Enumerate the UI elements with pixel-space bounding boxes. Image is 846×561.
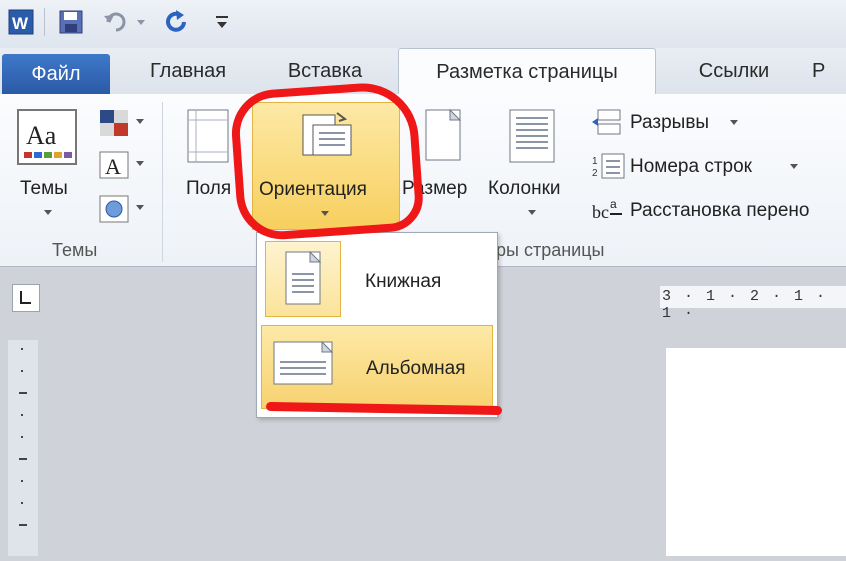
svg-text:2: 2 (592, 168, 598, 179)
document-page[interactable] (666, 348, 846, 556)
quick-access-toolbar: W (0, 0, 846, 48)
svg-text:1: 1 (592, 156, 598, 167)
theme-fonts-icon[interactable]: A (98, 150, 132, 180)
menu-item-landscape[interactable]: Альбомная (261, 325, 493, 409)
columns-dropdown-icon[interactable] (528, 210, 536, 215)
portrait-icon-frame (265, 241, 341, 317)
line-numbers-icon[interactable]: 12 (592, 152, 626, 180)
hyphenation-icon[interactable]: bc a (592, 196, 626, 224)
menu-item-portrait[interactable]: Книжная (261, 237, 493, 321)
portrait-label: Книжная (365, 271, 442, 292)
theme-fonts-dropdown-icon[interactable] (136, 161, 144, 166)
customize-icon[interactable] (212, 8, 232, 36)
size-icon[interactable] (424, 108, 464, 164)
theme-colors-dropdown-icon[interactable] (136, 119, 144, 124)
annotation-circle (228, 79, 426, 243)
tab-mailings-cut[interactable]: Р (812, 48, 846, 94)
group-separator (162, 102, 163, 262)
columns-button-label[interactable]: Колонки (488, 178, 561, 200)
tab-page-layout[interactable]: Разметка страницы (398, 48, 656, 96)
themes-group-label: Темы (52, 240, 98, 260)
tab-home[interactable]: Главная (128, 48, 248, 94)
tab-selector[interactable] (12, 284, 40, 312)
columns-icon[interactable] (508, 108, 556, 164)
redo-icon[interactable] (164, 8, 194, 36)
vertical-ruler (8, 340, 38, 556)
undo-icon[interactable] (100, 8, 130, 36)
orientation-menu: Книжная Альбомная (256, 232, 498, 418)
margins-icon[interactable] (186, 108, 232, 164)
toolbar-divider (44, 8, 45, 36)
svg-text:a: a (610, 197, 617, 211)
tab-references[interactable]: Ссылки (672, 48, 796, 94)
themes-dropdown-icon[interactable] (44, 210, 52, 215)
theme-effects-dropdown-icon[interactable] (136, 205, 144, 210)
ribbon-tabs: Файл Главная Вставка Разметка страницы С… (0, 48, 846, 96)
svg-text:bc: bc (592, 202, 609, 222)
save-icon[interactable] (56, 8, 86, 36)
breaks-icon[interactable] (592, 108, 626, 136)
themes-button-label[interactable]: Темы (20, 178, 68, 200)
margins-button-label[interactable]: Поля (186, 178, 231, 200)
svg-text:W: W (12, 14, 29, 33)
svg-text:A: A (105, 154, 121, 179)
theme-effects-icon[interactable] (98, 194, 132, 224)
ruler-marks: 3 · 1 · 2 · 1 · 1 · (662, 288, 828, 322)
theme-colors-icon[interactable] (98, 108, 132, 138)
portrait-page-icon (285, 250, 322, 305)
line-numbers-dropdown-icon[interactable] (790, 164, 798, 169)
breaks-button-label[interactable]: Разрывы (630, 112, 709, 134)
undo-dropdown-icon[interactable] (134, 8, 148, 36)
svg-text:Aa: Aa (26, 121, 57, 150)
word-icon[interactable]: W (6, 8, 36, 36)
page-setup-group-label: ры страницы (496, 240, 605, 260)
horizontal-ruler: 3 · 1 · 2 · 1 · 1 · (660, 286, 846, 322)
themes-icon[interactable]: Aa (16, 108, 80, 168)
landscape-page-icon (273, 340, 334, 385)
hyphenation-button-label[interactable]: Расстановка перено (630, 200, 809, 222)
landscape-label: Альбомная (366, 358, 466, 379)
breaks-dropdown-icon[interactable] (730, 120, 738, 125)
tab-file[interactable]: Файл (2, 54, 110, 94)
line-numbers-button-label[interactable]: Номера строк (630, 156, 752, 178)
